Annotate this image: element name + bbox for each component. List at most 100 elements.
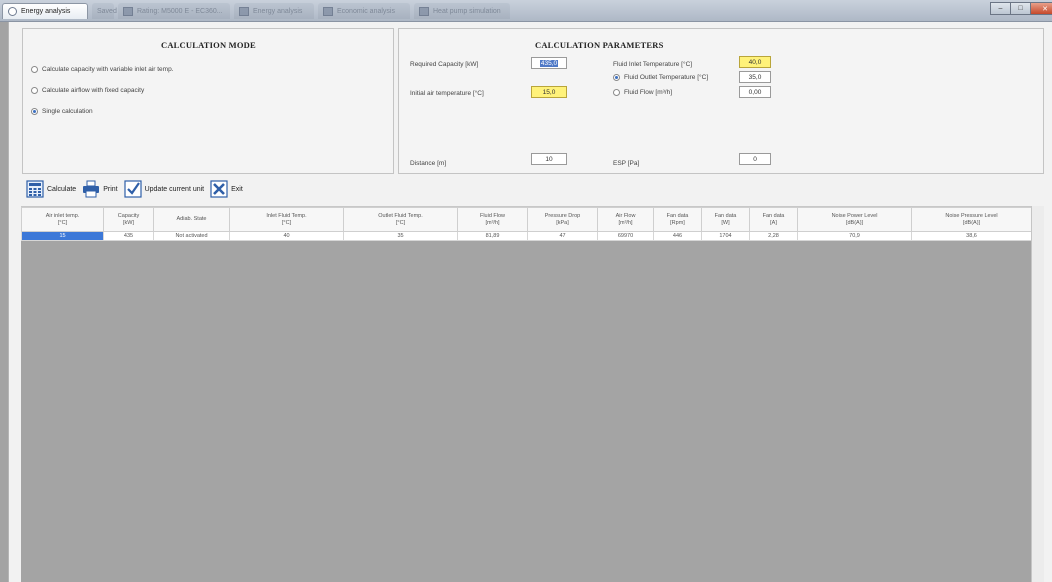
vertical-scrollbar[interactable] (1031, 206, 1044, 582)
tab-label: Economic analysis (337, 7, 395, 15)
tab-energy-analysis[interactable]: Energy analysis (2, 3, 88, 19)
document-icon (123, 6, 133, 16)
table-cell[interactable]: 435 (103, 231, 154, 241)
radio-button-selected[interactable] (31, 108, 38, 115)
distance-input[interactable]: 10 (531, 153, 567, 165)
calculation-mode-title: CALCULATION MODE (161, 40, 256, 50)
table-cell[interactable]: 35 (343, 231, 458, 241)
mode-option-label: Calculate capacity with variable inlet a… (42, 66, 174, 73)
table-cell[interactable]: 70,9 (797, 231, 912, 241)
table-cell[interactable]: 446 (653, 231, 702, 241)
close-button[interactable]: ✕ (1030, 2, 1052, 15)
column-header[interactable]: Pressure Drop [kPa] (527, 207, 598, 232)
header-text: Noise Pressure Level (945, 212, 998, 219)
column-header[interactable]: Noise Power Level [dB(A)] (797, 207, 912, 232)
minimize-button[interactable]: – (990, 2, 1010, 15)
required-capacity-input[interactable]: 435,0 (531, 57, 567, 69)
radio-button-selected[interactable] (613, 74, 620, 81)
column-header[interactable]: Noise Pressure Level [dB(A)] (911, 207, 1032, 232)
print-button[interactable]: Print (82, 180, 118, 198)
fluid-flow-option[interactable]: Fluid Flow [m³/h] (613, 89, 672, 96)
header-unit: [m³/h] (618, 219, 633, 226)
fluid-outlet-temp-label: Fluid Outlet Temperature [°C] (624, 74, 709, 81)
mode-option-label: Calculate airflow with fixed capacity (42, 87, 145, 94)
table-row[interactable]: 15 435 Not activated 40 35 81,89 47 6997… (21, 231, 1032, 241)
checkmark-icon (123, 180, 142, 198)
calculate-button[interactable]: Calculate (26, 180, 76, 198)
chart-icon (239, 6, 249, 16)
chart-icon (323, 6, 333, 16)
mode-option-label: Single calculation (42, 108, 93, 115)
radio-button[interactable] (31, 87, 38, 94)
header-unit: [kPa] (556, 219, 569, 226)
header-text: Fan data (762, 212, 785, 219)
tab-economic-analysis[interactable]: Economic analysis (318, 3, 410, 19)
tab-heat-pump-simulation[interactable]: Heat pump simulation (414, 3, 510, 19)
column-header[interactable]: Adiab. State (153, 207, 230, 232)
radio-button[interactable] (613, 89, 620, 96)
close-icon (210, 180, 228, 198)
header-text: Air Flow (615, 212, 636, 219)
fluid-inlet-temp-label: Fluid Inlet Temperature [°C] (613, 61, 693, 68)
column-header[interactable]: Air inlet temp. [°C] (21, 207, 104, 232)
header-unit: [W] (721, 219, 730, 226)
mode-option-fixed-capacity[interactable]: Calculate airflow with fixed capacity (31, 87, 144, 94)
update-label: Update current unit (144, 185, 205, 193)
distance-label: Distance [m] (410, 160, 447, 167)
column-header[interactable]: Fan data [Rpm] (653, 207, 702, 232)
update-current-unit-button[interactable]: Update current unit (123, 180, 205, 198)
results-table: Air inlet temp. [°C] Capacity [kW] Adiab. … (21, 206, 1032, 241)
column-header[interactable]: Air Flow [m³/h] (597, 207, 654, 232)
fluid-flow-input[interactable]: 0,00 (739, 86, 771, 98)
title-bar: Energy analysis Saved Rating: M5000 E - … (0, 0, 1052, 22)
required-capacity-value: 435,0 (539, 59, 559, 67)
header-text: Inlet Fluid Temp. (266, 212, 307, 219)
column-header[interactable]: Fan data [A] (749, 207, 798, 232)
fluid-flow-label: Fluid Flow [m³/h] (624, 89, 673, 96)
tab-label: Saved (97, 7, 117, 15)
mode-option-variable-inlet[interactable]: Calculate capacity with variable inlet a… (31, 66, 174, 73)
header-text: Outlet Fluid Temp. (378, 212, 423, 219)
header-unit: [dB(A)] (962, 219, 981, 226)
radio-button[interactable] (31, 66, 38, 73)
toolbar: Calculate Print Update current unit Exit (26, 176, 249, 202)
table-cell[interactable]: 69970 (597, 231, 654, 241)
tab-rating[interactable]: Rating: M5000 E - EC360... (118, 3, 230, 19)
fluid-outlet-temp-option[interactable]: Fluid Outlet Temperature [°C] (613, 74, 708, 81)
header-text: Noise Power Level (831, 212, 878, 219)
table-cell[interactable]: Not activated (153, 231, 230, 241)
table-cell[interactable]: 38,6 (911, 231, 1032, 241)
initial-air-temp-input[interactable]: 15,0 (531, 86, 567, 98)
column-header[interactable]: Inlet Fluid Temp. [°C] (229, 207, 344, 232)
fluid-inlet-temp-input[interactable]: 40,0 (739, 56, 771, 68)
tab-label: Energy analysis (253, 7, 303, 15)
esp-input[interactable]: 0 (739, 153, 771, 165)
table-cell[interactable]: 1704 (701, 231, 750, 241)
table-cell[interactable]: 2,28 (749, 231, 798, 241)
header-text: Capacity (117, 212, 140, 219)
calculation-parameters-panel: CALCULATION PARAMETERS Required Capacity… (398, 28, 1044, 174)
mode-option-single-calculation[interactable]: Single calculation (31, 108, 93, 115)
column-header[interactable]: Fan data [W] (701, 207, 750, 232)
exit-label: Exit (231, 185, 243, 193)
header-unit: [°C] (281, 219, 292, 226)
header-text: Fan data (714, 212, 737, 219)
calculation-mode-panel: CALCULATION MODE Calculate capacity with… (22, 28, 394, 174)
tab-energy-analysis-2[interactable]: Energy analysis (234, 3, 314, 19)
required-capacity-label: Required Capacity [kW] (410, 61, 479, 68)
column-header[interactable]: Outlet Fluid Temp. [°C] (343, 207, 458, 232)
window-controls: – □ ✕ (990, 2, 1052, 16)
table-cell[interactable]: 47 (527, 231, 598, 241)
header-unit: [Rpm] (670, 219, 685, 226)
fluid-outlet-temp-input[interactable]: 35,0 (739, 71, 771, 83)
exit-button[interactable]: Exit (210, 180, 243, 198)
table-cell[interactable]: 40 (229, 231, 344, 241)
printer-icon (82, 180, 100, 198)
table-cell[interactable]: 15 (21, 231, 104, 241)
table-cell[interactable]: 81,89 (457, 231, 528, 241)
column-header[interactable]: Fluid Flow [m³/h] (457, 207, 528, 232)
tab-saved[interactable]: Saved (92, 3, 117, 19)
header-unit: [°C] (395, 219, 406, 226)
column-header[interactable]: Capacity [kW] (103, 207, 154, 232)
maximize-button[interactable]: □ (1010, 2, 1030, 15)
